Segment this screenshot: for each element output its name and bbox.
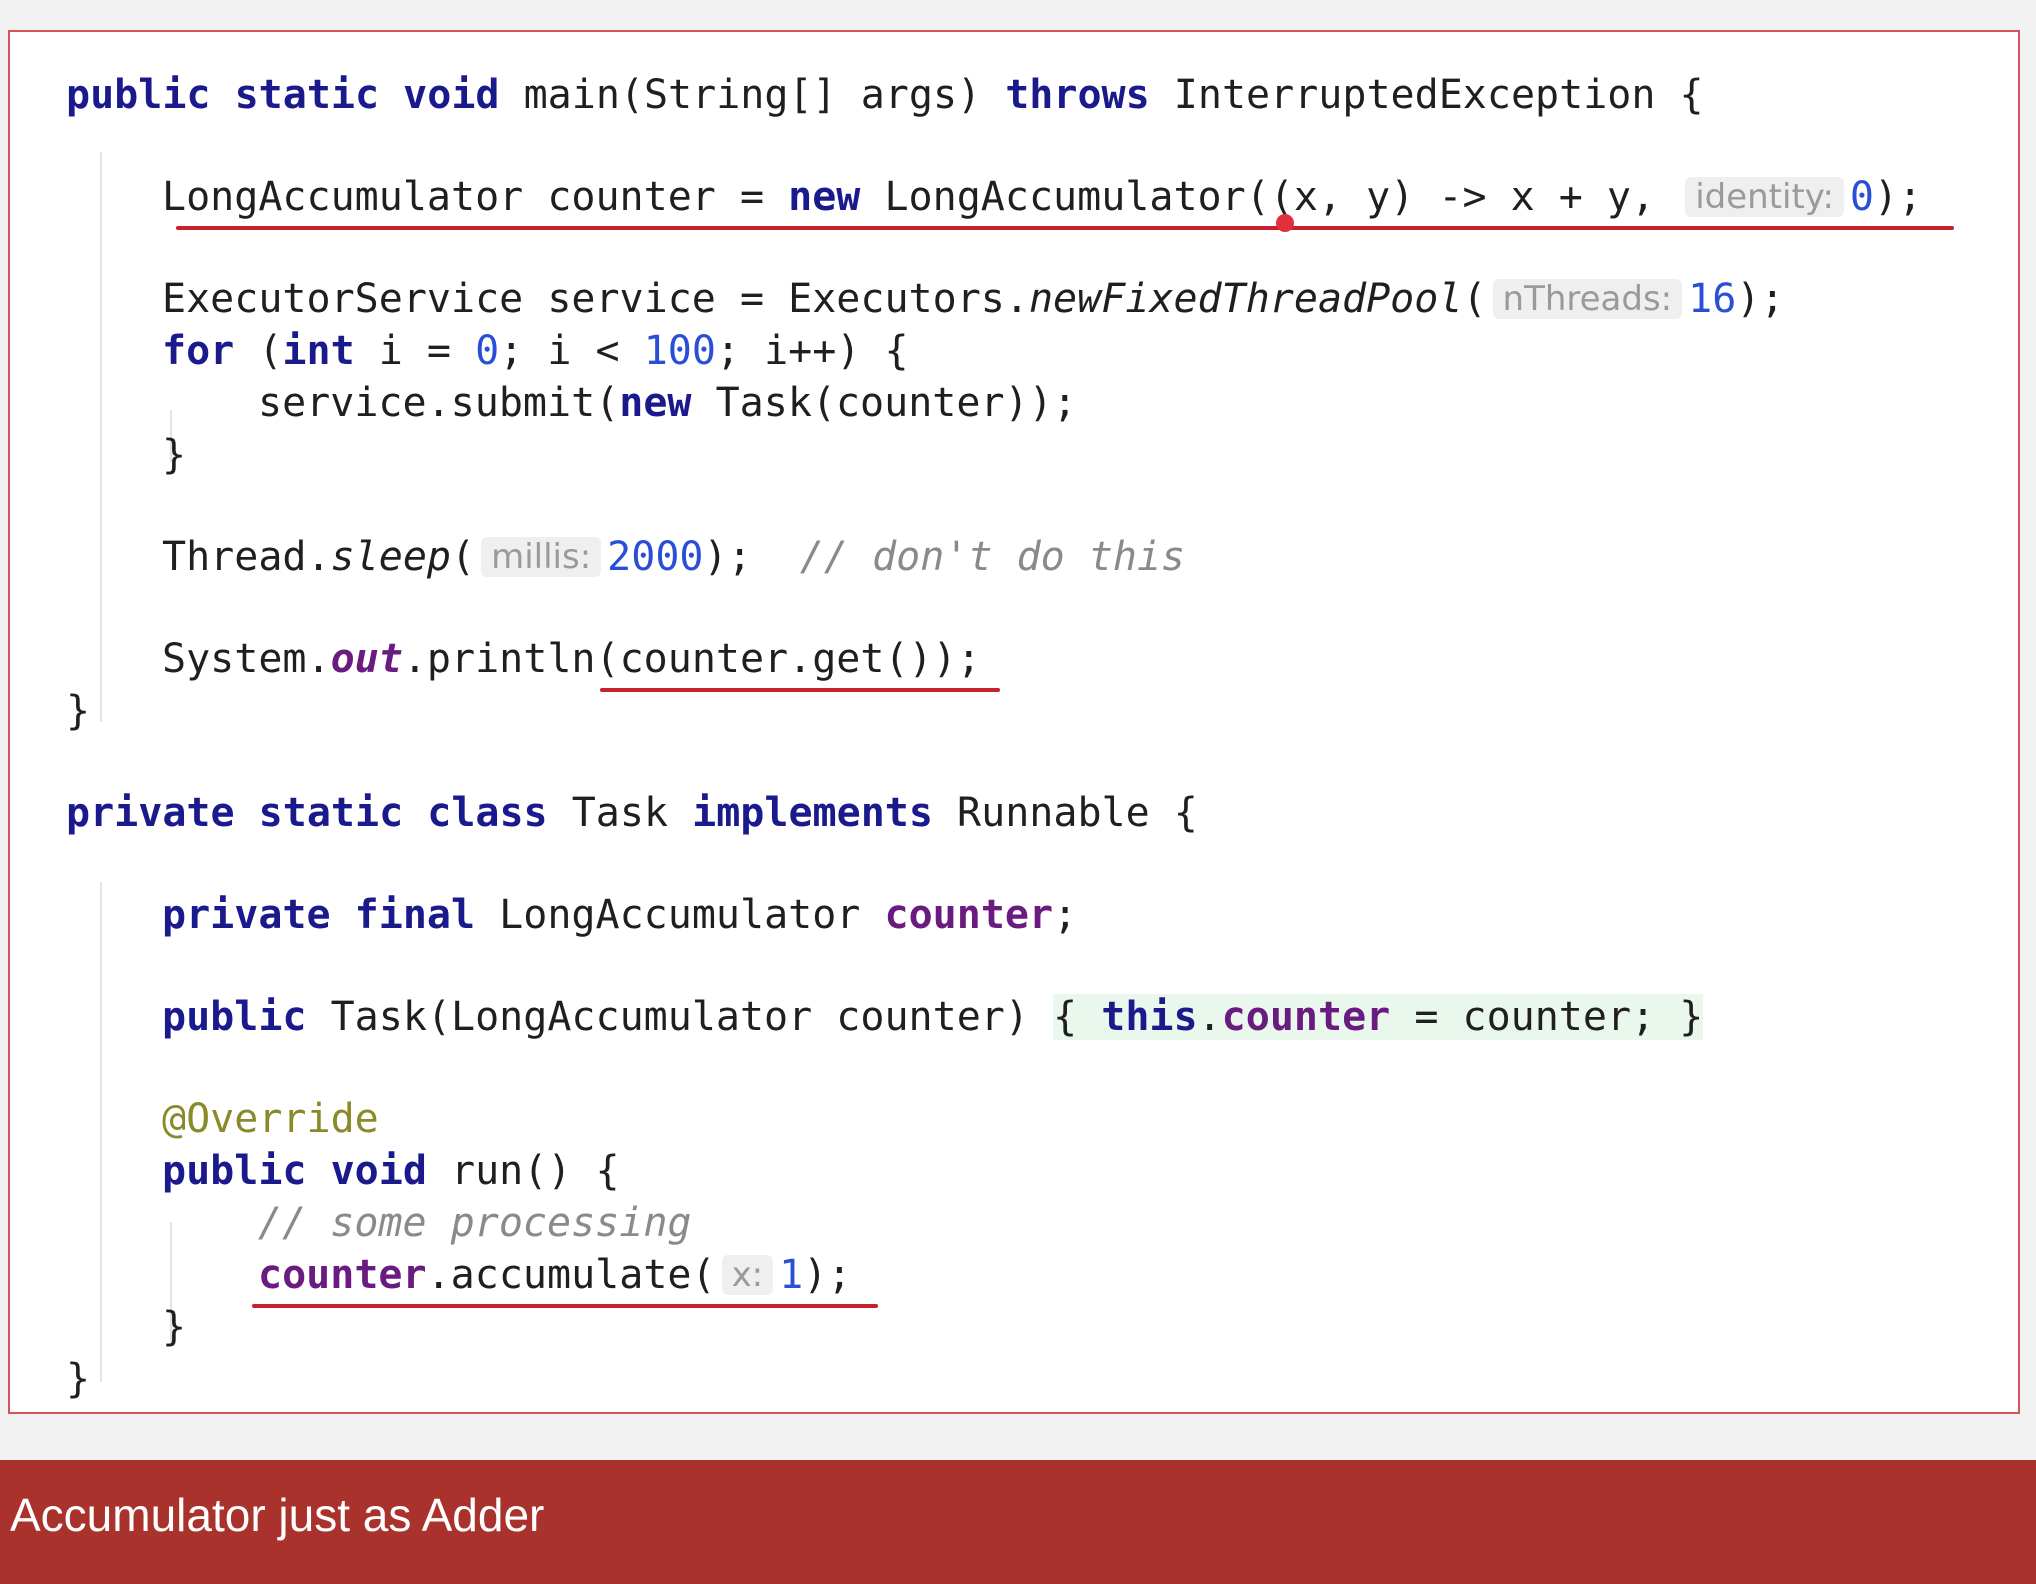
code-line-println: System.out.println(counter.get()); bbox=[162, 632, 981, 686]
code-line-comment: // some processing bbox=[258, 1196, 691, 1250]
keyword: public bbox=[162, 994, 307, 1040]
keyword: this bbox=[1101, 994, 1198, 1040]
code-text: ( bbox=[451, 534, 476, 580]
code-text: run() { bbox=[426, 1148, 620, 1194]
code-text: InterruptedException { bbox=[1149, 72, 1704, 118]
code-line-close-brace: } bbox=[66, 684, 90, 738]
code-text: ); bbox=[1874, 174, 1923, 220]
code-text: Task bbox=[547, 790, 693, 836]
code-line-close-brace: } bbox=[162, 1300, 186, 1354]
code-line-submit: service.submit(new Task(counter)); bbox=[258, 376, 1077, 430]
indent-guide bbox=[100, 152, 102, 722]
keyword: throws bbox=[1005, 72, 1150, 118]
code-line-constructor: public Task(LongAccumulator counter) { t… bbox=[162, 990, 1704, 1044]
field-name: out bbox=[330, 636, 403, 682]
code-line-field-decl: private final LongAccumulator counter; bbox=[162, 888, 1077, 942]
code-text: main(String[] args) bbox=[499, 72, 1006, 118]
number-literal: 0 bbox=[1849, 174, 1874, 220]
keyword: implements bbox=[692, 790, 933, 836]
method-name: newFixedThreadPool bbox=[1028, 276, 1463, 322]
code-text: LongAccumulator((x, y) -> x + y, bbox=[860, 174, 1680, 220]
code-comment: // don't do this bbox=[799, 534, 1186, 580]
slide-caption: Accumulator just as Adder bbox=[10, 1489, 545, 1541]
indent-guide bbox=[100, 882, 102, 1382]
keyword: public void bbox=[162, 1148, 427, 1194]
parameter-hint: millis: bbox=[481, 537, 602, 577]
code-text: ; bbox=[1053, 892, 1078, 938]
code-text: = counter; bbox=[1390, 994, 1680, 1040]
parameter-hint: nThreads: bbox=[1492, 279, 1683, 319]
number-literal: 0 bbox=[475, 328, 500, 374]
code-text: System. bbox=[162, 636, 331, 682]
code-line-accumulate: counter.accumulate(x: 1); bbox=[258, 1248, 851, 1302]
code-comment: // some processing bbox=[258, 1200, 692, 1246]
number-literal: 1 bbox=[779, 1252, 804, 1298]
code-line-main-signature: public static void main(String[] args) t… bbox=[66, 68, 1704, 122]
code-text: { bbox=[1053, 994, 1078, 1040]
code-text: ExecutorService service = Executors. bbox=[162, 276, 1029, 322]
code-text: LongAccumulator bbox=[475, 892, 885, 938]
highlight-underline bbox=[176, 226, 1954, 230]
keyword: new bbox=[788, 174, 861, 220]
keyword: int bbox=[282, 328, 355, 374]
annotation: @Override bbox=[162, 1096, 379, 1142]
keyword: new bbox=[619, 380, 692, 426]
code-text: } bbox=[162, 432, 187, 478]
field-name: counter bbox=[1221, 994, 1391, 1040]
number-literal: 100 bbox=[643, 328, 716, 374]
code-line-close-brace: } bbox=[66, 1352, 90, 1406]
keyword: for bbox=[162, 328, 235, 374]
code-text: ); bbox=[703, 534, 800, 580]
keyword: private final bbox=[162, 892, 476, 938]
code-text: ; i < bbox=[499, 328, 644, 374]
number-literal: 2000 bbox=[607, 534, 704, 580]
code-text: Task(LongAccumulator counter) bbox=[306, 994, 1054, 1040]
code-line-run-signature: public void run() { bbox=[162, 1144, 620, 1198]
code-line-task-class: private static class Task implements Run… bbox=[66, 786, 1198, 840]
code-text: . bbox=[1197, 994, 1222, 1040]
code-line-sleep: Thread.sleep(millis: 2000); // don't do t… bbox=[162, 530, 1185, 584]
method-name: sleep bbox=[330, 534, 451, 580]
code-line-override: @Override bbox=[162, 1092, 379, 1146]
code-text: } bbox=[1679, 994, 1704, 1040]
highlight-underline bbox=[600, 688, 1000, 692]
parameter-hint: identity: bbox=[1685, 177, 1844, 217]
highlight-underline bbox=[252, 1304, 878, 1308]
code-text: LongAccumulator counter = bbox=[162, 174, 789, 220]
code-line-for-loop: for (int i = 0; i < 100; i++) { bbox=[162, 324, 909, 378]
code-line-executor-decl: ExecutorService service = Executors.newF… bbox=[162, 272, 1784, 326]
code-text: Task(counter)); bbox=[691, 380, 1077, 426]
caption-bar: Accumulator just as Adder bbox=[0, 1460, 2036, 1584]
code-panel: public static void main(String[] args) t… bbox=[8, 30, 2020, 1414]
cursor-dot bbox=[1276, 214, 1294, 232]
code-text: } bbox=[66, 688, 91, 734]
code-text: Thread. bbox=[162, 534, 331, 580]
field-name: counter bbox=[258, 1252, 427, 1298]
keyword: private static class bbox=[66, 790, 548, 836]
code-text: ; i++) { bbox=[715, 328, 909, 374]
code-text: Runnable { bbox=[932, 790, 1198, 836]
keyword: public static void bbox=[66, 72, 500, 118]
number-literal: 16 bbox=[1688, 276, 1737, 322]
code-text: service.submit( bbox=[258, 380, 620, 426]
code-text: ( bbox=[1462, 276, 1487, 322]
code-text: ); bbox=[1736, 276, 1785, 322]
field-name: counter bbox=[884, 892, 1054, 938]
code-text: } bbox=[66, 1356, 91, 1402]
code-text: .println(counter.get()); bbox=[402, 636, 981, 682]
code-text: i = bbox=[354, 328, 476, 374]
parameter-hint: x: bbox=[721, 1255, 774, 1295]
code-text: ( bbox=[234, 328, 283, 374]
code-text: ); bbox=[803, 1252, 852, 1298]
code-line-accumulator-decl: LongAccumulator counter = new LongAccumu… bbox=[162, 170, 1922, 224]
code-line-close-brace: } bbox=[162, 428, 186, 482]
code-text: } bbox=[162, 1304, 187, 1350]
folded-block[interactable]: { this.counter = counter; } bbox=[1053, 994, 1704, 1040]
code-text: .accumulate( bbox=[426, 1252, 716, 1298]
